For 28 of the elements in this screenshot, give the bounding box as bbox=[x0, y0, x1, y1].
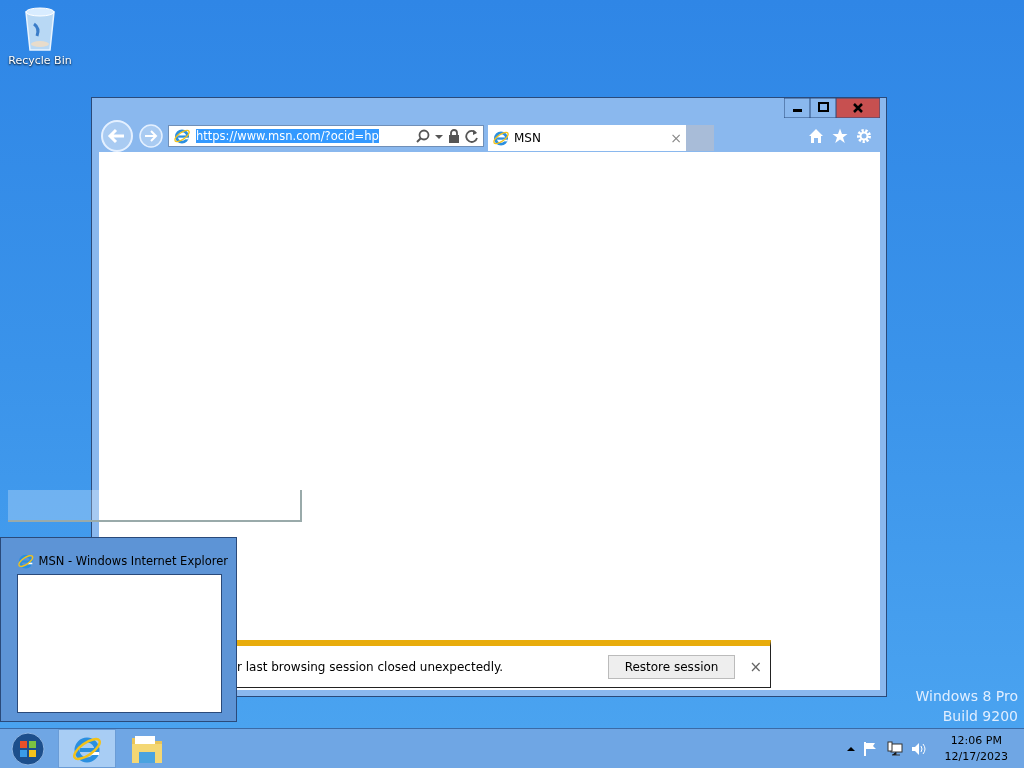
edition-text: Windows 8 Pro bbox=[915, 688, 1018, 704]
clock-date[interactable]: 12/17/2023 bbox=[944, 748, 1008, 765]
browser-logo-icon bbox=[17, 552, 35, 570]
show-hidden-icons-caret[interactable] bbox=[846, 744, 855, 753]
restore-session-button[interactable]: Restore session bbox=[607, 654, 736, 679]
close-icon[interactable] bbox=[836, 98, 880, 118]
lock-icon[interactable] bbox=[448, 129, 460, 143]
tab-title: MSN bbox=[514, 131, 541, 145]
clock-time[interactable]: 12:06 PM bbox=[950, 732, 1002, 749]
edition-text: Build 9200 bbox=[942, 708, 1018, 724]
flag-icon[interactable] bbox=[862, 740, 879, 757]
minimize-icon[interactable] bbox=[784, 98, 810, 118]
network-icon[interactable] bbox=[886, 740, 903, 757]
browser-logo-icon bbox=[492, 129, 510, 147]
preview-window[interactable] bbox=[17, 574, 222, 713]
notification-message: r last browsing session closed unexpectedly. bbox=[237, 659, 504, 674]
star-icon[interactable] bbox=[832, 128, 848, 144]
browser-tab[interactable]: MSN × bbox=[488, 125, 686, 151]
browser-logo-icon bbox=[173, 127, 191, 145]
tab-close-button[interactable]: × bbox=[670, 130, 682, 146]
windows-orb-icon bbox=[11, 731, 45, 766]
maximize-icon[interactable] bbox=[810, 98, 836, 118]
search-icon[interactable] bbox=[416, 129, 430, 143]
preview-title[interactable]: MSN - Windows Internet Explorer bbox=[38, 554, 228, 568]
refresh-icon[interactable] bbox=[465, 129, 479, 143]
folder-icon bbox=[131, 733, 163, 764]
close-button[interactable]: × bbox=[749, 657, 762, 676]
icon-label[interactable]: Recycle Bin bbox=[8, 54, 72, 67]
